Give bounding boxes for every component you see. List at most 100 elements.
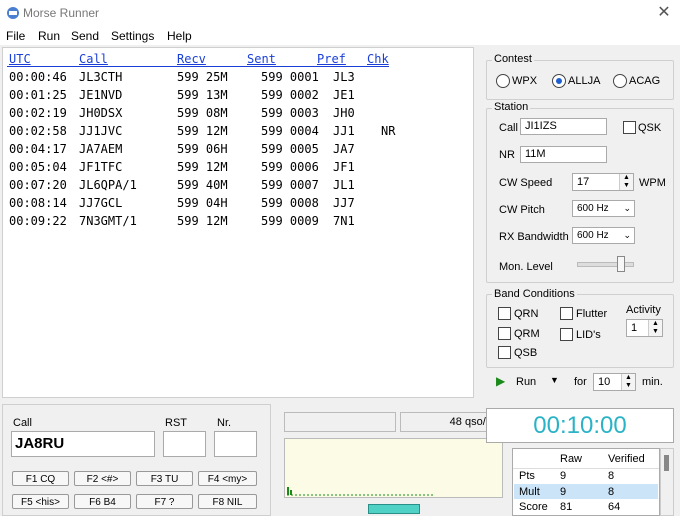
cw-pitch-value: 600 Hz bbox=[577, 203, 609, 214]
f6-b4-button[interactable]: F6 B4 bbox=[74, 494, 131, 509]
qso-log[interactable]: UTC Call Recv Sent Pref Chk 00:00:46 JL3C… bbox=[2, 47, 474, 398]
log-cell-call: JH0DSX bbox=[79, 106, 123, 120]
menu-help[interactable]: Help bbox=[167, 29, 192, 43]
spin-down-icon[interactable]: ▼ bbox=[648, 328, 662, 336]
spin-down-icon[interactable]: ▼ bbox=[619, 182, 633, 190]
log-cell-recv: 599 25M bbox=[177, 70, 228, 84]
f2-exchange-button[interactable]: F2 <#> bbox=[74, 471, 131, 486]
qrn-checkbox[interactable] bbox=[498, 307, 511, 320]
log-cell-recv: 599 08M bbox=[177, 106, 228, 120]
spin-up-icon[interactable]: ▲ bbox=[648, 320, 662, 328]
log-cell-recv: 599 40M bbox=[177, 178, 228, 192]
col-call[interactable]: Call bbox=[79, 52, 108, 66]
cw-speed-input[interactable]: 17 ▲ ▼ bbox=[572, 173, 634, 191]
min-label: min. bbox=[642, 376, 663, 388]
col-sent[interactable]: Sent bbox=[247, 52, 276, 66]
run-minutes-input[interactable]: 10 ▲ ▼ bbox=[593, 373, 636, 391]
qsk-checkbox[interactable] bbox=[623, 121, 636, 134]
log-row[interactable]: 00:01:25 JE1NVD 599 13M 599 0002 JE1 bbox=[3, 88, 473, 106]
close-icon[interactable]: ✕ bbox=[654, 4, 674, 24]
log-row[interactable]: 00:02:19 JH0DSX 599 08M 599 0003 JH0 bbox=[3, 106, 473, 124]
f7-question-button[interactable]: F7 ? bbox=[136, 494, 193, 509]
entry-call-input[interactable]: JA8RU bbox=[11, 431, 155, 457]
col-pref[interactable]: Pref bbox=[317, 52, 346, 66]
qsb-checkbox[interactable] bbox=[498, 346, 511, 359]
radio-wpx-label: WPX bbox=[512, 75, 538, 87]
qrm-label: QRM bbox=[514, 328, 540, 340]
status-box bbox=[284, 412, 396, 432]
station-nr-input[interactable]: 11M bbox=[520, 146, 607, 163]
log-row[interactable]: 00:02:58 JJ1JVC 599 12M 599 0004 JJ1 NR bbox=[3, 124, 473, 142]
log-row[interactable]: 00:05:04 JF1TFC 599 12M 599 0006 JF1 bbox=[3, 160, 473, 178]
qsb-label: QSB bbox=[514, 347, 538, 359]
f1-cq-button[interactable]: F1 CQ bbox=[12, 471, 69, 486]
lids-checkbox[interactable] bbox=[560, 328, 573, 341]
menu-run[interactable]: Run bbox=[38, 29, 60, 43]
score-pts-raw: 9 bbox=[560, 470, 567, 482]
log-cell-call: JL3CTH bbox=[79, 70, 123, 84]
rx-bandwidth-select[interactable]: 600 Hz ⌄ bbox=[572, 227, 635, 244]
entry-rst-input[interactable] bbox=[163, 431, 206, 457]
log-cell-call: JL6QPA/1 bbox=[79, 178, 137, 192]
activity-value: 1 bbox=[631, 322, 638, 334]
radio-allja[interactable] bbox=[552, 74, 566, 88]
lids-label: LID's bbox=[576, 329, 601, 341]
chevron-down-icon: ⌄ bbox=[623, 230, 631, 240]
menu-settings[interactable]: Settings bbox=[111, 29, 154, 43]
flutter-label: Flutter bbox=[576, 308, 608, 320]
log-cell-recv: 599 06H bbox=[177, 142, 228, 156]
score-total-raw: 81 bbox=[560, 501, 573, 513]
radio-wpx[interactable] bbox=[496, 74, 510, 88]
spin-up-icon[interactable]: ▲ bbox=[621, 374, 635, 382]
spin-up-icon[interactable]: ▲ bbox=[619, 174, 633, 182]
f3-tu-button[interactable]: F3 TU bbox=[136, 471, 193, 486]
score-scrollbar[interactable] bbox=[660, 448, 674, 516]
log-cell-call: JE1NVD bbox=[79, 88, 123, 102]
radio-acag[interactable] bbox=[613, 74, 627, 88]
qrm-checkbox[interactable] bbox=[498, 327, 511, 340]
log-row[interactable]: 00:00:46 JL3CTH 599 25M 599 0001 JL3 bbox=[3, 70, 473, 88]
log-cell-pref: JL1 bbox=[333, 178, 355, 192]
col-recv[interactable]: Recv bbox=[177, 52, 206, 66]
flutter-checkbox[interactable] bbox=[560, 307, 573, 320]
menu-send[interactable]: Send bbox=[71, 29, 99, 43]
station-label: Station bbox=[492, 101, 531, 113]
log-cell-utc: 00:02:58 bbox=[9, 124, 67, 138]
log-cell-utc: 00:02:19 bbox=[9, 106, 67, 120]
log-cell-pref: JH0 bbox=[333, 106, 355, 120]
log-row[interactable]: 00:08:14 JJ7GCL 599 04H 599 0008 JJ7 bbox=[3, 196, 473, 214]
log-cell-utc: 00:09:22 bbox=[9, 214, 67, 228]
score-header-verified: Verified bbox=[608, 453, 645, 465]
activity-input[interactable]: 1 ▲ ▼ bbox=[626, 319, 663, 337]
log-cell-recv: 599 12M bbox=[177, 214, 228, 228]
score-total-label: Score bbox=[519, 501, 548, 513]
score-scrollbar-thumb[interactable] bbox=[664, 455, 669, 471]
f4-my-button[interactable]: F4 <my> bbox=[198, 471, 257, 486]
col-utc[interactable]: UTC bbox=[9, 52, 31, 66]
spin-down-icon[interactable]: ▼ bbox=[621, 382, 635, 390]
run-button[interactable]: ▶ Run ▼ bbox=[496, 374, 562, 392]
cw-speed-value: 17 bbox=[577, 176, 590, 188]
log-row[interactable]: 00:09:22 7N3GMT/1 599 12M 599 0009 7N1 bbox=[3, 214, 473, 232]
entry-rst-label: RST bbox=[165, 417, 187, 429]
run-dropdown-icon[interactable]: ▼ bbox=[550, 375, 559, 385]
cw-pitch-select[interactable]: 600 Hz ⌄ bbox=[572, 200, 635, 217]
menu-bar: File Run Send Settings Help bbox=[0, 27, 680, 45]
log-cell-call: 7N3GMT/1 bbox=[79, 214, 137, 228]
window-title: Morse Runner bbox=[23, 6, 100, 20]
entry-nr-input[interactable] bbox=[214, 431, 257, 457]
mon-level-slider[interactable] bbox=[617, 256, 625, 272]
log-row[interactable]: 00:04:17 JA7AEM 599 06H 599 0005 JA7 bbox=[3, 142, 473, 160]
menu-file[interactable]: File bbox=[6, 29, 25, 43]
nr-label: NR bbox=[499, 149, 515, 161]
col-chk[interactable]: Chk bbox=[367, 52, 389, 66]
station-call-input[interactable]: JI1IZS bbox=[520, 118, 607, 135]
f5-his-button[interactable]: F5 <his> bbox=[12, 494, 69, 509]
scroll-indicator[interactable] bbox=[368, 504, 420, 514]
score-mult-label: Mult bbox=[519, 486, 540, 498]
log-cell-utc: 00:00:46 bbox=[9, 70, 67, 84]
log-row[interactable]: 00:07:20 JL6QPA/1 599 40M 599 0007 JL1 bbox=[3, 178, 473, 196]
f8-nil-button[interactable]: F8 NIL bbox=[198, 494, 257, 509]
log-cell-sent: 599 0005 bbox=[261, 142, 319, 156]
score-table: Raw Verified Pts 9 8 Mult 9 8 Score 81 6… bbox=[512, 448, 660, 516]
